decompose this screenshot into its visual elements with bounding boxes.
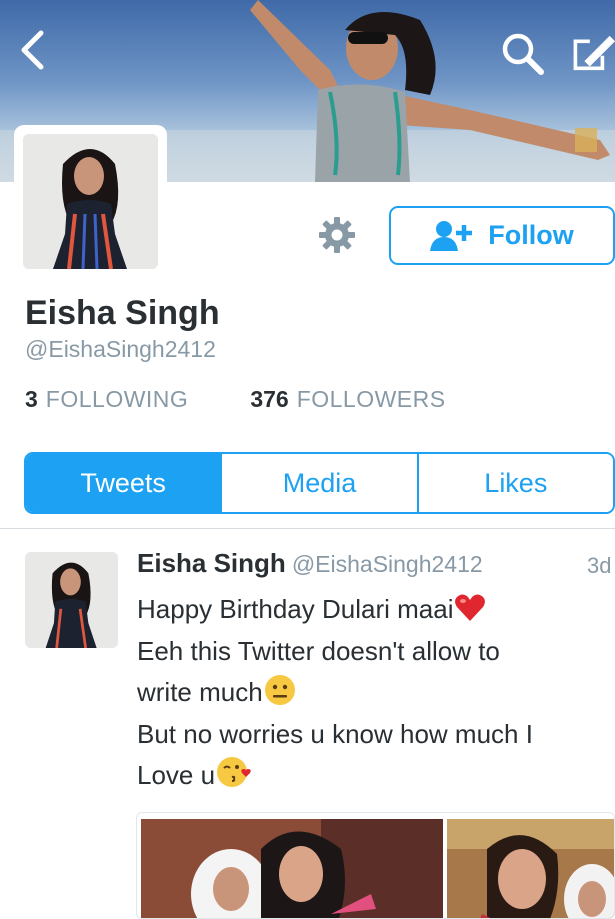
profile-tabs: Tweets Media Likes: [24, 452, 615, 514]
tweet-avatar-photo: [25, 552, 118, 648]
compose-button[interactable]: [570, 28, 615, 78]
neutral-face-emoji: [264, 675, 295, 705]
tweet-line: Happy Birthday Dulari maai: [137, 589, 607, 631]
follow-label: Follow: [488, 220, 574, 250]
following-label: FOLLOWING: [45, 386, 189, 412]
followers-stat[interactable]: 376 FOLLOWERS: [250, 386, 445, 413]
tab-likes[interactable]: Likes: [418, 454, 613, 512]
tweet-line: Love u: [137, 755, 607, 797]
following-stat[interactable]: 3 FOLLOWING: [25, 386, 188, 413]
avatar-photo: [23, 134, 158, 269]
tweet-line: Eeh this Twitter doesn't allow to: [137, 635, 500, 666]
tweet-author-name[interactable]: Eisha Singh: [137, 548, 286, 578]
kissing-face-emoji: [217, 757, 251, 787]
profile-avatar-frame: [14, 125, 167, 278]
tweet-avatar[interactable]: [25, 552, 118, 648]
divider: [0, 528, 615, 529]
back-button[interactable]: [10, 28, 54, 72]
tweet-line: But no worries u know how much I: [137, 718, 533, 749]
search-icon: [502, 33, 544, 75]
tab-media[interactable]: Media: [222, 454, 419, 512]
red-heart-emoji: [455, 594, 486, 621]
profile-name: Eisha Singh: [25, 294, 220, 332]
profile-avatar[interactable]: [23, 134, 158, 269]
tweet-media-photo-2[interactable]: [447, 819, 614, 918]
tweet-media-photo-1[interactable]: [141, 819, 443, 918]
media-photo-1-image: [141, 819, 443, 918]
search-button[interactable]: [497, 28, 547, 78]
media-photo-2-image: [447, 819, 614, 918]
profile-stats: 3 FOLLOWING 376 FOLLOWERS: [25, 386, 508, 413]
back-icon: [21, 30, 44, 70]
following-count: 3: [25, 386, 38, 412]
followers-count: 376: [250, 386, 289, 412]
tab-tweets[interactable]: Tweets: [26, 454, 223, 512]
tweet-body: Happy Birthday Dulari maai Eeh this Twit…: [137, 589, 607, 797]
compose-icon: [573, 35, 615, 71]
tweet-header: Eisha Singh @EishaSingh2412: [137, 548, 483, 579]
settings-button[interactable]: [312, 210, 362, 260]
tweet-timestamp: 3d: [587, 553, 612, 578]
add-user-icon: [430, 220, 473, 251]
gear-icon: [319, 217, 355, 253]
tweet-author-handle[interactable]: @EishaSingh2412: [292, 551, 483, 577]
tweet-media[interactable]: [136, 812, 615, 919]
followers-label: FOLLOWERS: [296, 386, 446, 412]
profile-handle: @EishaSingh2412: [25, 336, 216, 362]
follow-button[interactable]: Follow: [389, 206, 615, 265]
tweet-line: write much: [137, 672, 607, 714]
